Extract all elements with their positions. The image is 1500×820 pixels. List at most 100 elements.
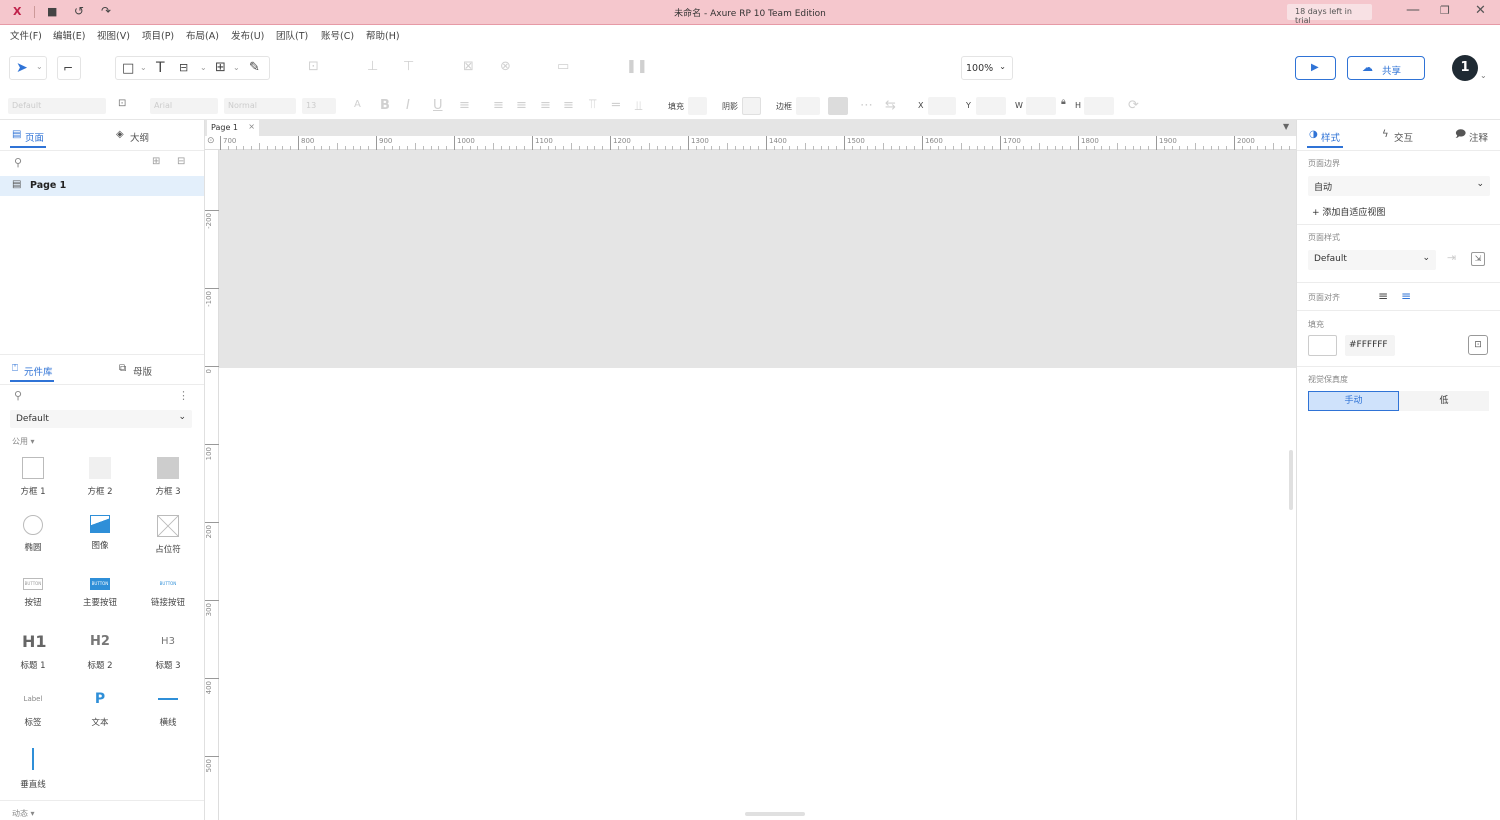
align-right-icon[interactable]: ≡ [540,99,551,112]
vertical-scrollbar[interactable] [1289,450,1293,510]
font-style-select[interactable]: Normal [224,98,296,114]
w-input[interactable] [1026,97,1056,115]
align-left-page-icon[interactable]: ≡ [1378,290,1388,302]
fill-color-swatch[interactable] [688,97,707,115]
more-options-icon[interactable]: ⋮ [178,390,189,401]
library-item-h3[interactable]: H3 标题 3 [138,631,198,671]
library-item-ellipse[interactable]: 椭圆 [3,515,63,553]
chevron-down-icon[interactable]: ⌄ [200,64,207,72]
distribute-icon[interactable]: ⊤ [403,60,414,73]
library-section-dynamic[interactable]: 动态 ▾ [12,808,35,819]
align-center-icon[interactable]: ≡ [516,99,527,112]
style-select[interactable]: Default [8,98,106,114]
menu-arrange[interactable]: 布局(A) [186,28,219,42]
library-select[interactable]: Default ⌄ [10,410,192,428]
border-color-swatch[interactable] [796,97,820,115]
menu-account[interactable]: 账号(C) [321,28,354,42]
chevron-down-icon[interactable]: ⌄ [233,64,240,72]
share-button[interactable]: ☁ 共享 [1347,56,1425,80]
align-icon[interactable]: ⊥ [367,60,378,73]
horizontal-scrollbar[interactable] [745,812,805,816]
library-section-toggle[interactable]: 公用 ▾ [12,436,35,447]
tab-outline[interactable]: 大纲 [130,130,149,144]
select-tool-button[interactable]: ➤ ⌄ [9,56,47,80]
menu-publish[interactable]: 发布(U) [231,28,264,42]
library-item-horizontal-line[interactable]: 横线 [138,688,198,728]
fidelity-low-option[interactable]: 低 [1399,391,1489,411]
library-item-box-gray[interactable]: 方框 3 [138,457,198,497]
tab-style[interactable]: 样式 [1321,130,1340,144]
chevron-down-icon[interactable]: ⌄ [140,64,147,72]
fill-hex-input[interactable]: #FFFFFF [1345,335,1395,356]
bold-icon[interactable]: B [380,99,390,112]
valign-bottom-icon[interactable]: ⫫ [635,100,642,113]
library-item-h2[interactable]: H2 标题 2 [70,631,130,671]
restore-icon[interactable]: ❐ [1440,5,1450,16]
align-center-page-icon[interactable]: ≡ [1401,290,1411,302]
rotate-icon[interactable]: ⟳ [1128,99,1139,112]
tab-interactions[interactable]: 交互 [1394,130,1413,144]
y-input[interactable] [976,97,1006,115]
canvas-page[interactable] [219,368,1296,820]
font-color-icon[interactable]: A [354,100,361,110]
group-icon[interactable]: ⊡ [308,60,319,73]
add-page-icon[interactable]: ⊞ [152,157,160,167]
minimize-icon[interactable]: — [1406,3,1420,17]
font-select[interactable]: Arial [150,98,218,114]
library-item-link-button[interactable]: BUTTON 链接按钮 [138,573,198,608]
tab-notes[interactable]: 注释 [1469,130,1488,144]
chevron-down-icon[interactable]: ⌄ [1480,72,1487,80]
close-icon[interactable]: ✕ [1475,4,1486,17]
ungroup-icon[interactable]: ⊗ [500,60,511,73]
zoom-select[interactable]: 100% ⌄ [961,56,1013,80]
library-item-label[interactable]: Label 标签 [3,688,63,728]
apply-style-icon[interactable]: ⇥ [1447,252,1456,263]
style-edit-icon[interactable]: ⊡ [118,99,126,109]
italic-icon[interactable]: I [406,99,410,112]
menu-file[interactable]: 文件(F) [10,28,42,42]
page-list-item[interactable]: ▤ Page 1 [0,176,204,196]
tab-masters[interactable]: 母版 [133,364,152,378]
fit-icon[interactable]: ⊠ [463,60,474,73]
menu-team[interactable]: 团队(T) [276,28,308,42]
tab-menu-icon[interactable]: ▼ [1283,123,1289,131]
menu-help[interactable]: 帮助(H) [366,28,400,42]
close-tab-icon[interactable]: × [248,122,255,131]
avatar[interactable]: 1 [1452,55,1478,81]
border-style-icon[interactable]: ⋯ [860,99,873,112]
fill-image-icon[interactable]: ⊡ [1468,335,1488,355]
menu-edit[interactable]: 编辑(E) [53,28,85,42]
library-item-primary-button[interactable]: BUTTON 主要按钮 [70,573,130,608]
underline-icon[interactable]: U [433,99,443,112]
pause-icon[interactable]: ❚❚ [626,60,648,73]
page-dimensions-select[interactable]: 自动 ⌄ [1308,176,1490,196]
justify-icon[interactable]: ≡ [563,99,574,112]
library-item-paragraph[interactable]: P 文本 [70,688,130,728]
library-item-vertical-line[interactable]: 垂直线 [3,746,63,790]
add-folder-icon[interactable]: ⊟ [177,157,185,167]
rectangle-tool-icon[interactable]: □ [122,62,134,75]
edit-style-icon[interactable]: ⇲ [1471,252,1485,266]
search-icon[interactable]: ⚲ [14,390,22,401]
library-item-box-outline[interactable]: 方框 1 [3,457,63,497]
bring-front-icon[interactable]: ▭ [557,60,569,73]
connector-tool-button[interactable]: ⌐ [57,56,81,80]
tab-pages[interactable]: 页面 [25,130,44,144]
text-tool-icon[interactable]: T [156,61,165,75]
menu-view[interactable]: 视图(V) [97,28,130,42]
lock-icon[interactable]: 🔒︎ [1061,98,1066,107]
fidelity-manual-option[interactable]: 手动 [1308,391,1399,411]
h-input[interactable] [1084,97,1114,115]
page-style-select[interactable]: Default ⌄ [1308,250,1436,270]
library-item-placeholder[interactable]: 占位符 [138,515,198,555]
add-adaptive-view-link[interactable]: + 添加自适应视图 [1312,205,1385,218]
library-item-h1[interactable]: H1 标题 1 [3,631,63,671]
page-tab[interactable]: Page 1 × [207,120,259,136]
valign-top-icon[interactable]: ⫪ [589,98,596,111]
table-tool-icon[interactable]: ⊞ [215,61,226,74]
preview-button[interactable]: ▶ [1295,56,1336,80]
menu-project[interactable]: 项目(P) [142,28,174,42]
trial-badge[interactable]: 18 days left in trial [1287,4,1372,25]
border-width-swatch[interactable] [828,97,848,115]
valign-middle-icon[interactable]: ═ [612,99,620,112]
